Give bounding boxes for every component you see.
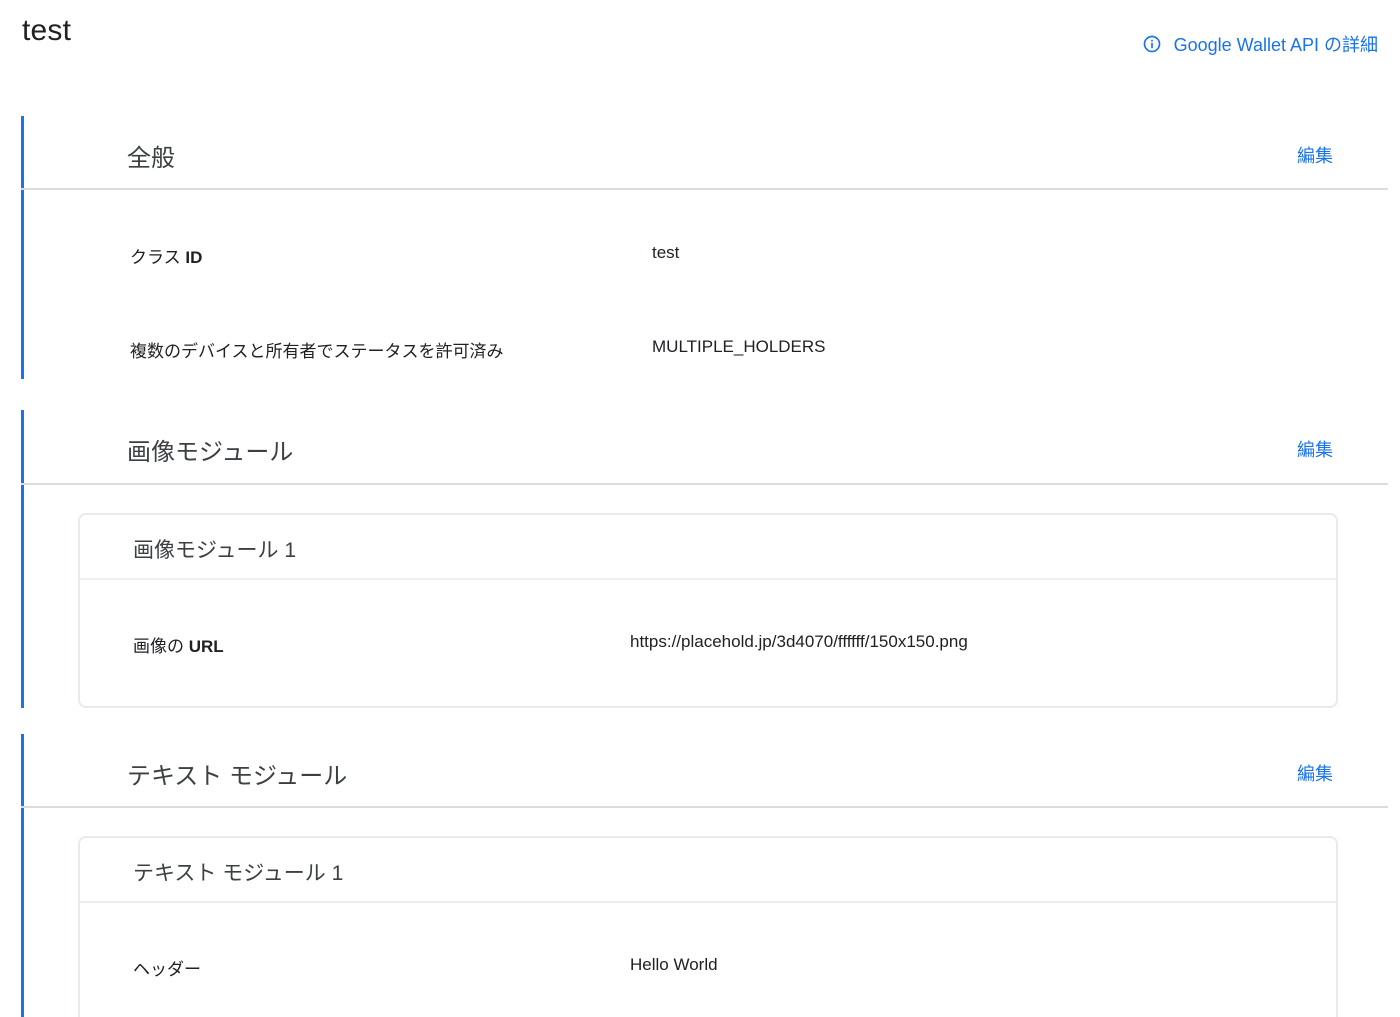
field-label: ヘッダー [133, 960, 201, 979]
edit-general-button[interactable]: 編集 [1297, 142, 1333, 168]
field-label: クラス ID [130, 248, 203, 267]
field-value: MULTIPLE_HOLDERS [652, 337, 826, 356]
wallet-api-help-link[interactable]: Google Wallet API の詳細 [1142, 31, 1378, 57]
field-value: https://placehold.jp/3d4070/ffffff/150x1… [630, 632, 968, 651]
section-text-module-header: テキスト モジュール 編集 [21, 734, 1388, 808]
section-image-module: 画像モジュール 編集 画像モジュール 1 画像の URL https://pla… [21, 410, 1388, 708]
image-module-card: 画像モジュール 1 画像の URL https://placehold.jp/3… [78, 513, 1338, 708]
field-row-header: ヘッダー Hello World [80, 903, 1336, 1017]
text-module-card: テキスト モジュール 1 ヘッダー Hello World [78, 836, 1338, 1017]
card-title: テキスト モジュール 1 [133, 862, 344, 885]
field-row-image-url: 画像の URL https://placehold.jp/3d4070/ffff… [80, 580, 1336, 708]
card-header: 画像モジュール 1 [80, 515, 1336, 580]
section-general-header: 全般 編集 [21, 116, 1388, 190]
section-title: 画像モジュール [127, 439, 294, 466]
section-title: 全般 [127, 145, 175, 172]
info-icon [1142, 34, 1162, 54]
field-value: Hello World [630, 955, 718, 974]
field-label: 複数のデバイスと所有者でステータスを許可済み [130, 342, 504, 361]
page-title: test [22, 14, 72, 47]
section-general: 全般 編集 クラス ID test 複数のデバイスと所有者でステータスを許可済み… [21, 116, 1388, 379]
edit-image-module-button[interactable]: 編集 [1297, 436, 1333, 462]
field-row-class-id: クラス ID test [24, 190, 1388, 284]
section-text-module: テキスト モジュール 編集 テキスト モジュール 1 ヘッダー Hello Wo… [21, 734, 1388, 1017]
card-title: 画像モジュール 1 [133, 539, 297, 562]
edit-text-module-button[interactable]: 編集 [1297, 760, 1333, 786]
help-link-label: Google Wallet API の詳細 [1173, 35, 1378, 55]
field-value: test [652, 243, 680, 262]
section-title: テキスト モジュール [127, 763, 348, 790]
field-row-multiple-holders: 複数のデバイスと所有者でステータスを許可済み MULTIPLE_HOLDERS [24, 284, 1388, 378]
card-header: テキスト モジュール 1 [80, 838, 1336, 903]
field-label: 画像の URL [133, 637, 224, 656]
section-image-module-header: 画像モジュール 編集 [21, 410, 1388, 485]
